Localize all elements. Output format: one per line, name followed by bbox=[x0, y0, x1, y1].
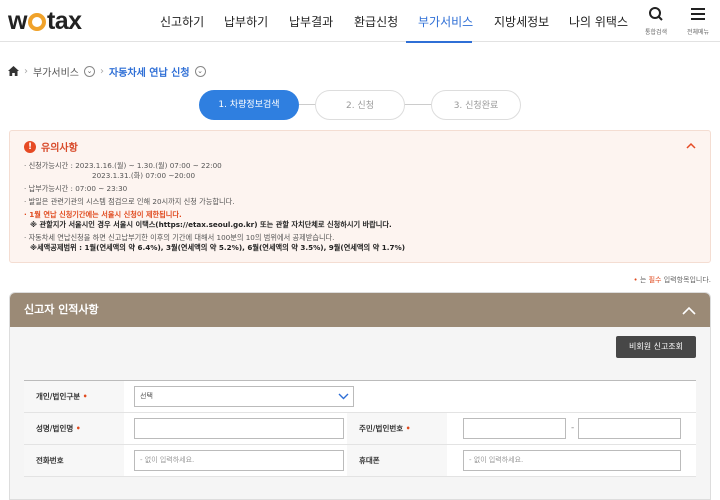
menu-tool[interactable]: 전체메뉴 bbox=[678, 6, 718, 36]
mobile-cell: - 없이 입력하세요. bbox=[447, 445, 696, 476]
site-header: w tax 신고하기 납부하기 납부결과 환급신청 부가서비스 지방세정보 나의 … bbox=[0, 0, 720, 43]
notice-line: · 발일은 관련기관의 시스템 점검으로 인해 20시까지 신청 가능합니다. bbox=[24, 197, 235, 206]
nav-additional-services[interactable]: 부가서비스 bbox=[418, 13, 473, 30]
breadcrumb-separator-icon: › bbox=[24, 66, 28, 77]
phone-input[interactable]: - 없이 입력하세요. bbox=[134, 450, 344, 471]
id-label: 주민/법인번호 • bbox=[347, 413, 447, 444]
nav-refund[interactable]: 환급신청 bbox=[354, 13, 398, 30]
breadcrumb-level1[interactable]: 부가서비스 bbox=[33, 64, 79, 79]
alert-icon: ! bbox=[24, 140, 36, 153]
wetax-logo[interactable]: w tax bbox=[8, 7, 82, 36]
notice-line: · 납부가능시간 : 07:00 ~ 23:30 bbox=[24, 184, 128, 193]
id-front-input[interactable] bbox=[463, 418, 566, 439]
type-cell: 선택 bbox=[124, 381, 696, 412]
mobile-input[interactable]: - 없이 입력하세요. bbox=[463, 450, 681, 471]
type-select[interactable]: 선택 bbox=[134, 386, 354, 407]
type-label: 개인/법인구분 • bbox=[24, 381, 124, 412]
breadcrumb-separator-icon: › bbox=[100, 66, 104, 77]
id-dash: - bbox=[571, 423, 575, 433]
notice-line: · 1월 연납 신청기간에는 서울시 신청이 제한됩니다. bbox=[24, 210, 182, 219]
nav-my-wetax[interactable]: 나의 위택스 bbox=[569, 13, 628, 30]
search-tool[interactable]: 통합검색 bbox=[636, 6, 676, 36]
step-complete: 3. 신청완료 bbox=[431, 90, 521, 120]
reporter-form: 개인/법인구분 • 선택 성명/법인명 • 주민/법인번호 • - 전화번호 -… bbox=[24, 380, 696, 477]
notice-title-text: 유의사항 bbox=[41, 143, 78, 154]
chevron-down-icon bbox=[338, 387, 349, 406]
hamburger-menu-icon bbox=[678, 6, 718, 26]
notice-list: · 신청가능시간 : 2023.1.16.(월) ~ 1.30.(월) 07:0… bbox=[24, 161, 696, 253]
phone-cell: - 없이 입력하세요. bbox=[124, 445, 347, 476]
nav-file-return[interactable]: 신고하기 bbox=[160, 13, 204, 30]
nav-local-tax-info[interactable]: 지방세정보 bbox=[494, 13, 549, 30]
nav-payment-result[interactable]: 납부결과 bbox=[289, 13, 333, 30]
search-label: 통합검색 bbox=[644, 29, 668, 36]
mobile-label: 휴대폰 bbox=[347, 445, 447, 476]
panel-title: 신고자 인적사항 bbox=[24, 303, 99, 316]
name-input[interactable] bbox=[134, 418, 344, 439]
form-row-name-id: 성명/법인명 • 주민/법인번호 • - bbox=[24, 413, 696, 445]
notice-line: ※세액공제범위 : 1월(연세액의 약 6.4%), 3월(연세액의 약 5.2… bbox=[30, 243, 405, 252]
chevron-down-icon[interactable]: ⌄ bbox=[194, 66, 206, 77]
type-select-value: 선택 bbox=[140, 392, 153, 400]
required-prefix: 는 bbox=[637, 276, 649, 284]
nav-pay[interactable]: 납부하기 bbox=[224, 13, 268, 30]
notice-line: · 신청가능시간 : 2023.1.16.(월) ~ 1.30.(월) 07:0… bbox=[24, 161, 222, 170]
required-legend: • 는 필수 입력항목입니다. bbox=[634, 275, 711, 285]
notice-line: · 자동차세 연납신청을 하면 신고납부기한 이후의 기간에 대해서 100분의… bbox=[24, 233, 335, 242]
required-mark: • bbox=[405, 424, 411, 433]
step-apply: 2. 신청 bbox=[315, 90, 405, 120]
menu-label: 전체메뉴 bbox=[686, 29, 710, 36]
panel-header: 신고자 인적사항 bbox=[10, 293, 710, 327]
name-label: 성명/법인명 • bbox=[24, 413, 124, 444]
breadcrumb-level2[interactable]: 자동차세 연납 신청 bbox=[109, 64, 190, 79]
nav-active-underline bbox=[406, 41, 472, 43]
breadcrumb: › 부가서비스 ⌄ › 자동차세 연납 신청 ⌄ bbox=[8, 64, 206, 79]
required-suffix: 입력항목입니다. bbox=[661, 276, 711, 284]
type-label-text: 개인/법인구분 bbox=[36, 392, 81, 401]
id-label-text: 주민/법인번호 bbox=[359, 424, 404, 433]
progress-steps: 1. 차량정보검색 2. 신청 3. 신청완료 bbox=[199, 90, 521, 120]
notice-line: 2023.1.31.(화) 07:00 ~20:00 bbox=[92, 171, 196, 180]
phone-label: 전화번호 bbox=[24, 445, 124, 476]
name-label-text: 성명/법인명 bbox=[36, 424, 74, 433]
panel-body: 비회원 신고조회 개인/법인구분 • 선택 성명/법인명 • 주민/법인번호 •… bbox=[10, 327, 710, 499]
required-word: 필수 bbox=[648, 276, 662, 284]
reporter-info-panel: 신고자 인적사항 비회원 신고조회 개인/법인구분 • 선택 성명/법인명 • … bbox=[9, 292, 711, 500]
notice-box: ! 유의사항 · 신청가능시간 : 2023.1.16.(월) ~ 1.30.(… bbox=[9, 130, 711, 263]
notice-title: ! 유의사항 bbox=[24, 139, 696, 154]
search-icon bbox=[636, 6, 676, 26]
logo-o-ring bbox=[27, 13, 46, 31]
home-icon[interactable] bbox=[8, 65, 19, 79]
name-cell bbox=[124, 413, 347, 444]
required-mark: • bbox=[82, 392, 88, 401]
collapse-chevron-icon[interactable] bbox=[682, 293, 696, 327]
form-row-phone: 전화번호 - 없이 입력하세요. 휴대폰 - 없이 입력하세요. bbox=[24, 445, 696, 477]
notice-line: ※ 관할지가 서울시인 경우 서울시 이택스(https://etax.seou… bbox=[30, 220, 392, 229]
nonmember-lookup-button[interactable]: 비회원 신고조회 bbox=[616, 336, 696, 358]
collapse-chevron-icon[interactable] bbox=[686, 139, 696, 152]
chevron-down-icon[interactable]: ⌄ bbox=[84, 66, 95, 77]
step-vehicle-search: 1. 차량정보검색 bbox=[199, 90, 299, 120]
required-mark: • bbox=[75, 424, 81, 433]
id-back-input[interactable] bbox=[578, 418, 681, 439]
form-row-type: 개인/법인구분 • 선택 bbox=[24, 381, 696, 413]
id-cell: - bbox=[447, 413, 696, 444]
